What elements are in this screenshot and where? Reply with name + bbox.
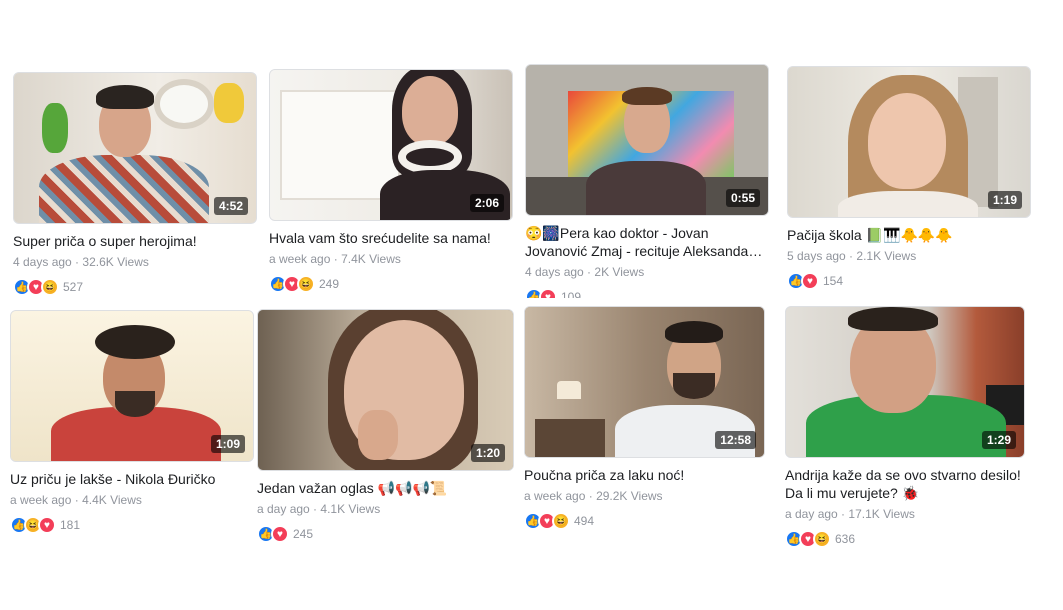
video-title[interactable]: Pačija škola 📗🎹🐥🐥🐥: [787, 226, 1031, 244]
reaction-count: 154: [823, 274, 844, 288]
video-age: 4 days ago: [13, 255, 72, 269]
haha-icon: 😆: [552, 512, 570, 530]
video-card[interactable]: 4:52 Super priča o super herojima! 4 day…: [13, 72, 257, 296]
video-duration: 0:55: [725, 189, 760, 207]
reaction-count: 494: [574, 514, 595, 528]
haha-icon: 😆: [297, 275, 315, 293]
video-thumbnail[interactable]: 12:58: [524, 306, 765, 458]
video-age: 5 days ago: [787, 249, 846, 263]
video-title[interactable]: 😳🎆Pera kao doktor - Jovan Jovanović Zmaj…: [525, 224, 769, 260]
video-title[interactable]: Poučna priča za laku noć!: [524, 466, 765, 484]
meta-separator: ·: [845, 249, 857, 263]
reaction-count: 636: [835, 532, 856, 546]
video-card[interactable]: 0:55 😳🎆Pera kao doktor - Jovan Jovanović…: [525, 64, 769, 298]
reaction-count: 109: [561, 290, 582, 298]
haha-icon: 😆: [41, 278, 59, 296]
love-icon: ♥: [539, 288, 557, 298]
meta-separator: ·: [583, 265, 595, 279]
video-views: 4.4K Views: [82, 493, 142, 507]
video-duration: 12:58: [715, 431, 756, 449]
video-meta: 4 days ago · 2K Views: [525, 264, 769, 280]
video-card[interactable]: 12:58 Poučna priča za laku noć! a week a…: [524, 306, 765, 530]
video-duration: 1:20: [470, 444, 505, 462]
video-thumbnail[interactable]: 1:09: [10, 310, 254, 462]
video-views: 7.4K Views: [341, 252, 401, 266]
video-age: a week ago: [10, 493, 72, 507]
reactions[interactable]: 👍 ♥ 154: [787, 272, 1031, 290]
video-meta: 4 days ago · 32.6K Views: [13, 254, 257, 270]
video-age: a week ago: [524, 489, 586, 503]
video-thumbnail[interactable]: 1:20: [257, 309, 514, 471]
reactions[interactable]: 👍 ♥ 109: [525, 288, 769, 298]
reaction-count: 249: [319, 277, 340, 291]
meta-separator: ·: [585, 489, 597, 503]
love-icon: ♥: [38, 516, 56, 534]
meta-separator: ·: [71, 255, 83, 269]
video-age: a week ago: [269, 252, 331, 266]
video-duration: 1:29: [981, 431, 1016, 449]
video-views: 2K Views: [594, 265, 645, 279]
video-views: 32.6K Views: [82, 255, 149, 269]
meta-separator: ·: [330, 252, 342, 266]
video-title[interactable]: Uz priču je lakše - Nikola Đuričko: [10, 470, 254, 488]
video-title[interactable]: Super priča o super herojima!: [13, 232, 257, 250]
reactions[interactable]: 👍 ♥ 😆 636: [785, 530, 1025, 548]
video-thumbnail[interactable]: 4:52: [13, 72, 257, 224]
video-card[interactable]: 1:29 Andrija kaže da se ovo stvarno desi…: [785, 306, 1025, 548]
video-title[interactable]: Hvala vam što srećudelite sa nama!: [269, 229, 513, 247]
meta-separator: ·: [71, 493, 83, 507]
video-card[interactable]: 1:09 Uz priču je lakše - Nikola Đuričko …: [10, 310, 254, 534]
haha-icon: 😆: [813, 530, 831, 548]
video-title[interactable]: Andrija kaže da se ovo stvarno desilo! D…: [785, 466, 1025, 502]
video-meta: a day ago · 4.1K Views: [257, 501, 514, 517]
video-card[interactable]: 2:06 Hvala vam što srećudelite sa nama! …: [269, 69, 513, 293]
video-title[interactable]: Jedan važan oglas 📢📢📢📜: [257, 479, 514, 497]
meta-separator: ·: [837, 507, 849, 521]
video-duration: 4:52: [213, 197, 248, 215]
love-icon: ♥: [271, 525, 289, 543]
video-duration: 1:19: [987, 191, 1022, 209]
reaction-count: 527: [63, 280, 84, 294]
video-age: 4 days ago: [525, 265, 584, 279]
video-age: a day ago: [257, 502, 310, 516]
video-age: a day ago: [785, 507, 838, 521]
video-duration: 2:06: [469, 194, 504, 212]
meta-separator: ·: [309, 502, 321, 516]
video-meta: a day ago · 17.1K Views: [785, 506, 1025, 522]
reactions[interactable]: 👍 ♥ 😆 494: [524, 512, 765, 530]
reaction-count: 245: [293, 527, 314, 541]
love-icon: ♥: [801, 272, 819, 290]
video-meta: a week ago · 29.2K Views: [524, 488, 765, 504]
video-views: 29.2K Views: [596, 489, 663, 503]
reactions[interactable]: 👍 ♥ 😆 249: [269, 275, 513, 293]
reaction-count: 181: [60, 518, 81, 532]
video-card[interactable]: 1:20 Jedan važan oglas 📢📢📢📜 a day ago · …: [257, 309, 514, 543]
video-meta: 5 days ago · 2.1K Views: [787, 248, 1031, 264]
video-views: 2.1K Views: [856, 249, 917, 263]
video-meta: a week ago · 7.4K Views: [269, 251, 513, 267]
video-thumbnail[interactable]: 0:55: [525, 64, 769, 216]
reactions[interactable]: 👍 ♥ 😆 527: [13, 278, 257, 296]
video-views: 4.1K Views: [320, 502, 381, 516]
video-thumbnail[interactable]: 1:19: [787, 66, 1031, 218]
video-card[interactable]: 1:19 Pačija škola 📗🎹🐥🐥🐥 5 days ago · 2.1…: [787, 66, 1031, 290]
video-thumbnail[interactable]: 1:29: [785, 306, 1025, 458]
video-thumbnail[interactable]: 2:06: [269, 69, 513, 221]
reactions[interactable]: 👍 😆 ♥ 181: [10, 516, 254, 534]
video-meta: a week ago · 4.4K Views: [10, 492, 254, 508]
video-duration: 1:09: [210, 435, 245, 453]
video-views: 17.1K Views: [848, 507, 915, 521]
reactions[interactable]: 👍 ♥ 245: [257, 525, 514, 543]
